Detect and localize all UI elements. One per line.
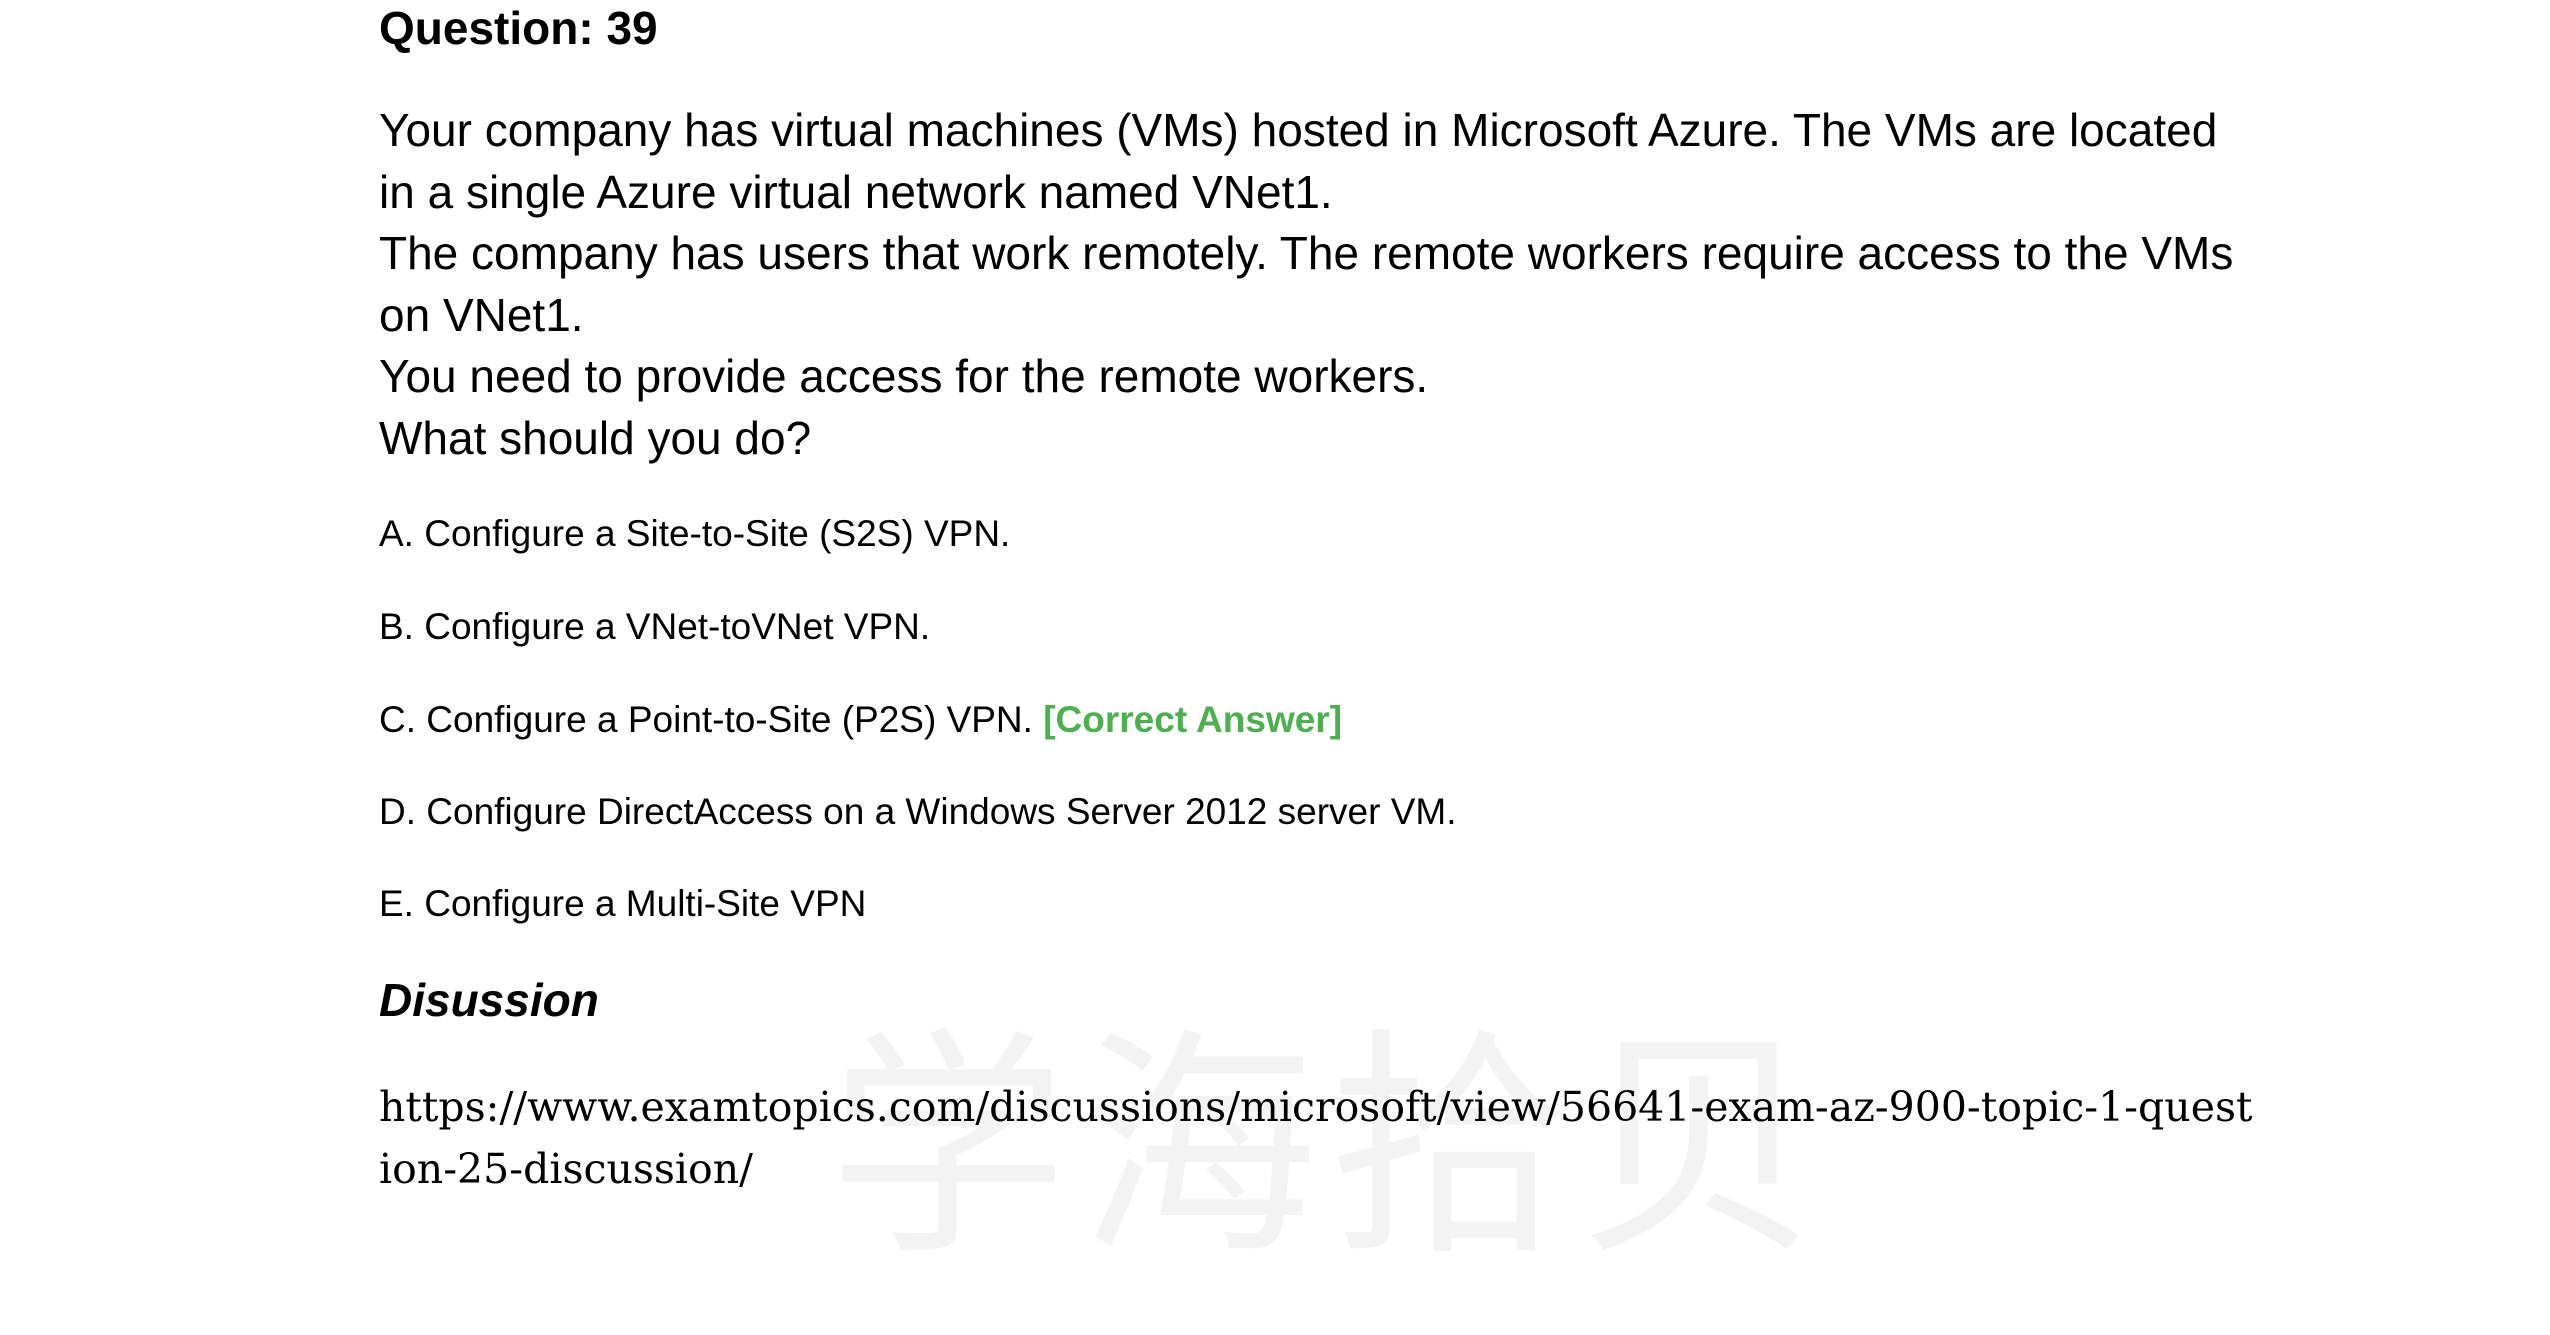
discussion-heading: Disussion	[379, 974, 599, 1026]
stem-paragraph: Your company has virtual machines (VMs) …	[379, 104, 2218, 218]
option-text: B. Configure a VNet-toVNet VPN.	[379, 606, 931, 647]
option-text: C. Configure a Point-to-Site (P2S) VPN.	[379, 699, 1033, 740]
option-text: D. Configure DirectAccess on a Windows S…	[379, 791, 1457, 832]
option-text: E. Configure a Multi-Site VPN	[379, 883, 867, 924]
answer-option-d: D. Configure DirectAccess on a Windows S…	[379, 789, 1457, 835]
question-title: Question: 39	[379, 2, 658, 54]
document-page: 学海拾贝 Question: 39 Your company has virtu…	[0, 0, 2550, 1335]
option-text: A. Configure a Site-to-Site (S2S) VPN.	[379, 513, 1011, 554]
discussion-link[interactable]: https://www.examtopics.com/discussions/m…	[379, 1076, 2259, 1200]
answer-option-a: A. Configure a Site-to-Site (S2S) VPN.	[379, 511, 1010, 557]
stem-paragraph: What should you do?	[379, 411, 812, 464]
question-stem: Your company has virtual machines (VMs) …	[379, 100, 2259, 469]
correct-answer-tag: [Correct Answer]	[1043, 699, 1343, 740]
answer-option-e: E. Configure a Multi-Site VPN	[379, 881, 866, 927]
answer-option-b: B. Configure a VNet-toVNet VPN.	[379, 604, 930, 650]
answer-option-c: C. Configure a Point-to-Site (P2S) VPN. …	[379, 697, 1342, 743]
stem-paragraph: The company has users that work remotely…	[379, 227, 2234, 341]
stem-paragraph: You need to provide access for the remot…	[379, 350, 1429, 402]
